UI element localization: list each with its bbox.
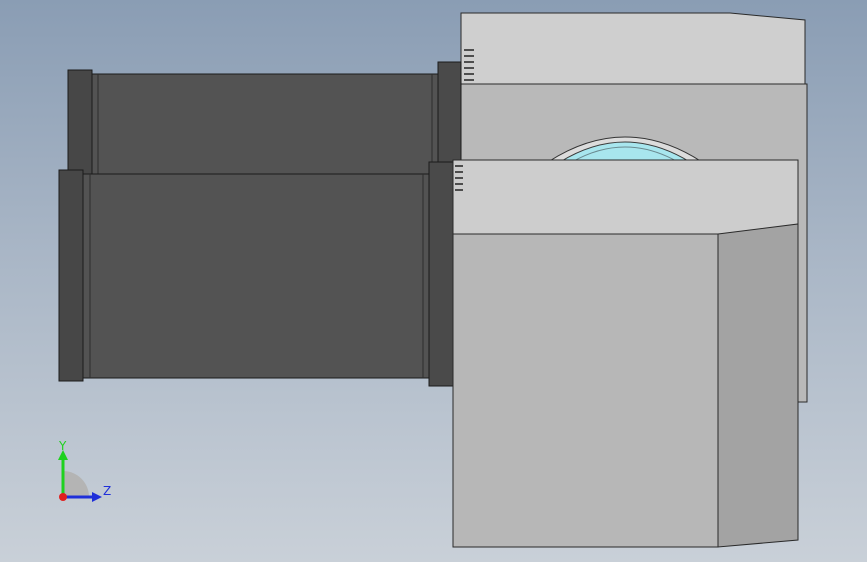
z-axis-label: Z (103, 484, 111, 498)
cad-model-scene[interactable] (0, 0, 867, 562)
orientation-triad: Y Z (58, 440, 111, 502)
y-axis-label: Y (58, 440, 67, 453)
motor-lower[interactable] (58, 161, 454, 387)
lower-housing-side-face (717, 223, 799, 548)
lower-housing-top-face (452, 159, 799, 235)
triad-xy-plane-quadrant (63, 471, 89, 497)
x-axis-dot (59, 493, 67, 501)
motor-lower-right-flange (428, 161, 454, 387)
motor-lower-left-flange (58, 169, 84, 382)
motor-lower-body (82, 173, 430, 379)
lower-housing-front-face (452, 233, 719, 548)
motor-upper-left-flange (67, 69, 93, 181)
upper-housing-top-face (460, 12, 806, 85)
cad-3d-viewport[interactable]: Y Z (0, 0, 867, 562)
z-axis-arrowhead (92, 492, 102, 502)
motor-upper[interactable] (67, 61, 462, 183)
motor-upper-body (91, 73, 439, 179)
lower-housing[interactable] (452, 159, 799, 548)
